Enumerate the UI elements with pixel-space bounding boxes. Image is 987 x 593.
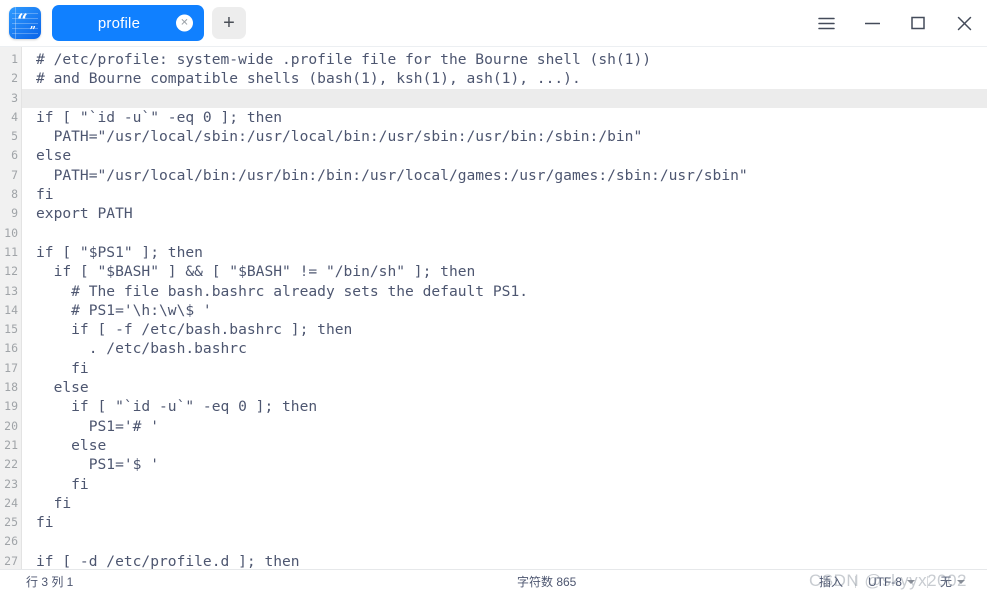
line-number: 13 [4,283,18,298]
code-line[interactable]: if [ "`id -u`" -eq 0 ]; then [22,397,987,416]
code-line[interactable]: fi [22,185,987,204]
code-line[interactable]: PS1='$ ' [22,455,987,474]
editor-area[interactable]: 1 2 3 4 5 6 7 8 9 10 11 12 13 14 15 16 17 18 19 20 21 22 23 24 2… [0,46,987,569]
code-line[interactable]: # and Bourne compatible shells (bash(1),… [22,69,987,88]
line-ending-label: 无 [939,575,952,589]
code-line[interactable] [22,532,987,551]
code-line[interactable]: PS1='# ' [22,417,987,436]
code-line[interactable]: PATH="/usr/local/sbin:/usr/local/bin:/us… [22,127,987,146]
menu-button[interactable] [803,0,849,46]
cursor-position: 行 3 列 1 [26,575,74,589]
line-number: 14 [4,302,18,317]
line-number: 21 [4,437,18,452]
window-controls [803,0,987,46]
line-number: 10 [4,225,18,240]
line-number: 9 [11,206,18,221]
line-number: 27 [4,553,18,568]
line-number: 11 [4,244,18,259]
encoding-selector[interactable]: UTF-8 [856,574,927,590]
code-line[interactable]: . /etc/bash.bashrc [22,339,987,358]
line-number: 6 [11,148,18,163]
line-number: 19 [4,399,18,414]
character-count: 字符数 865 [517,575,577,589]
tab-label: profile [97,14,141,32]
code-line[interactable]: fi [22,494,987,513]
code-line[interactable]: if [ "`id -u`" -eq 0 ]; then [22,108,987,127]
code-line[interactable]: # /etc/profile: system-wide .profile fil… [22,50,987,69]
chevron-down-icon [906,579,915,584]
minimize-button[interactable] [849,0,895,46]
code-line[interactable]: export PATH [22,204,987,223]
line-number: 5 [11,129,18,144]
status-bar-right: 插入 UTF-8 无 [807,574,977,590]
code-line[interactable] [22,88,987,108]
line-number: 22 [4,457,18,472]
title-bar: “ ” profile ✕ + [0,0,987,46]
close-button[interactable] [941,0,987,46]
line-number: 24 [4,495,18,510]
line-number: 1 [11,52,18,66]
status-bar: 行 3 列 1 字符数 865 插入 UTF-8 无 [0,569,987,593]
icon-spine [15,7,16,39]
code-line[interactable]: if [ "$BASH" ] && [ "$BASH" != "/bin/sh"… [22,262,987,281]
icon-quote-large: “ [17,10,29,32]
line-number: 15 [4,322,18,337]
line-number: 3 [11,90,18,105]
line-number: 4 [11,109,18,124]
code-line[interactable]: else [22,436,987,455]
line-number: 2 [11,71,18,86]
code-line[interactable]: fi [22,513,987,532]
code-line[interactable]: fi [22,475,987,494]
line-number: 18 [4,380,18,395]
line-number: 26 [4,534,18,549]
text-editor-window: “ ” profile ✕ + 1 2 3 4 5 6 7 8 9 10 11 … [0,0,987,593]
code-line[interactable] [22,224,987,243]
line-number: 16 [4,341,18,356]
code-line[interactable]: # PS1='\h:\w\$ ' [22,301,987,320]
code-line[interactable]: if [ "$PS1" ]; then [22,243,987,262]
line-number: 17 [4,360,18,375]
code-line[interactable]: else [22,378,987,397]
code-line[interactable]: fi [22,359,987,378]
line-number: 12 [4,264,18,279]
minimize-icon [864,22,880,24]
tab-strip: profile ✕ + [52,5,246,41]
code-line[interactable]: else [22,146,987,165]
tab-close-icon[interactable]: ✕ [176,14,193,32]
maximize-button[interactable] [895,0,941,46]
icon-quote-small: ” [29,24,36,37]
line-number: 7 [11,167,18,182]
code-line[interactable]: # The file bash.bashrc already sets the … [22,282,987,301]
tab-profile[interactable]: profile ✕ [52,5,204,41]
code-line[interactable]: if [ -f /etc/bash.bashrc ]; then [22,320,987,339]
encoding-label: UTF-8 [867,574,902,589]
line-number: 23 [4,476,18,491]
code-content[interactable]: # /etc/profile: system-wide .profile fil… [22,47,987,569]
line-number: 8 [11,187,18,202]
insert-mode-indicator[interactable]: 插入 [807,574,855,590]
code-line[interactable]: if [ -d /etc/profile.d ]; then [22,552,987,569]
line-number: 25 [4,515,18,530]
notepad-quotes-icon: “ ” [9,7,41,39]
close-icon [957,16,971,30]
chevron-down-icon [957,579,965,584]
insert-mode-label: 插入 [818,575,843,589]
maximize-icon [911,16,925,30]
line-number: 20 [4,418,18,433]
line-number-gutter: 1 2 3 4 5 6 7 8 9 10 11 12 13 14 15 16 17 18 19 20 21 22 23 24 2… [0,47,22,569]
code-line[interactable]: PATH="/usr/local/bin:/usr/bin:/bin:/usr/… [22,166,987,185]
line-ending-selector[interactable]: 无 [928,574,977,590]
hamburger-icon [817,17,835,29]
new-tab-button[interactable]: + [212,7,246,39]
